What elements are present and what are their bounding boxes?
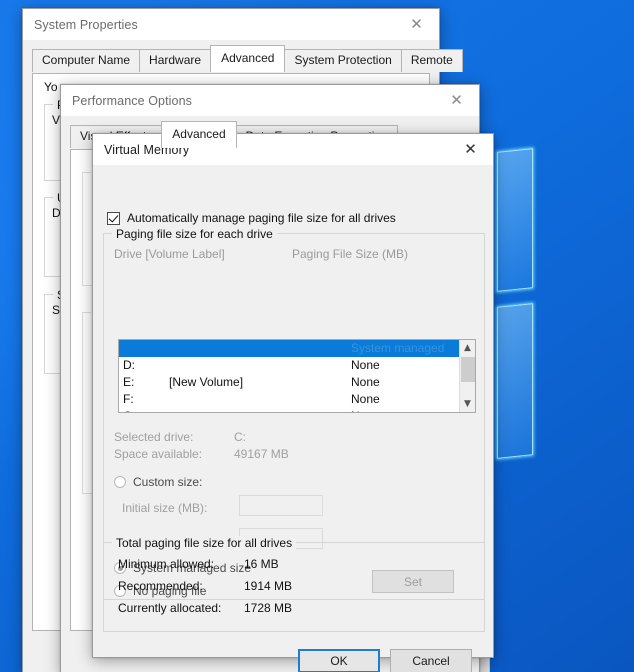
row-volume-label — [169, 357, 351, 374]
performance-options-title: Performance Options — [72, 93, 193, 108]
row-volume-label — [169, 391, 351, 408]
row-drive — [123, 340, 169, 357]
row-volume-label: [New Volume] — [169, 375, 244, 389]
virtual-memory-cancel-button[interactable]: Cancel — [390, 649, 472, 672]
tab-advanced[interactable]: Advanced — [161, 121, 237, 148]
chevron-up-icon[interactable]: ▲ — [460, 340, 475, 356]
currently-allocated-label: Currently allocated: — [118, 601, 222, 615]
drive-listbox[interactable]: System managed D: None E: [New Volume] N… — [118, 339, 476, 413]
tab-system-protection[interactable]: System Protection — [284, 49, 402, 72]
tab-remote[interactable]: Remote — [400, 49, 463, 72]
paging-file-group-title: Paging file size for each drive — [112, 227, 277, 241]
auto-manage-label: Automatically manage paging file size fo… — [127, 211, 396, 225]
virtual-memory-body: Automatically manage paging file size fo… — [93, 165, 493, 672]
column-header-paging-size: Paging File Size (MB) — [292, 247, 409, 261]
row-drive: E: — [123, 375, 135, 389]
tab-advanced[interactable]: Advanced — [210, 45, 286, 72]
initial-size-label: Initial size (MB): — [122, 501, 208, 515]
row-paging-size: System managed — [351, 341, 445, 355]
custom-size-radio-row[interactable]: Custom size: — [114, 475, 202, 489]
table-row[interactable]: D: None — [119, 357, 475, 374]
advanced-intro-text: Yo — [44, 80, 58, 94]
auto-manage-row[interactable]: Automatically manage paging file size fo… — [107, 211, 396, 225]
row-paging-size: None — [351, 408, 475, 412]
row-paging-size: None — [351, 358, 380, 372]
drive-list-scrollbar[interactable]: ▲ ▼ — [459, 340, 475, 412]
row-paging-size: None — [351, 392, 380, 406]
row-drive: F: — [123, 392, 134, 406]
row-paging-size: None — [351, 375, 380, 389]
initial-size-input[interactable] — [239, 495, 323, 516]
currently-allocated-value: 1728 MB — [244, 601, 293, 615]
row-drive: G: — [123, 408, 169, 412]
column-header-drive: Drive [Volume Label] — [114, 247, 225, 261]
minimum-allowed-label: Minimum allowed: — [118, 557, 215, 571]
tab-hardware[interactable]: Hardware — [139, 49, 212, 72]
performance-options-titlebar: Performance Options ✕ — [61, 85, 479, 116]
close-icon[interactable]: ✕ — [434, 85, 479, 115]
space-available-label: Space available: — [114, 447, 203, 461]
selected-drive-label: Selected drive: — [114, 430, 194, 444]
close-icon[interactable]: ✕ — [448, 134, 493, 164]
table-row[interactable]: G: None — [119, 408, 475, 412]
virtual-memory-titlebar: Virtual Memory ✕ — [93, 134, 493, 165]
custom-size-label: Custom size: — [133, 475, 203, 489]
scrollbar-thumb[interactable] — [461, 357, 475, 382]
space-available-value: 49167 MB — [234, 447, 289, 461]
row-volume-label — [169, 408, 351, 412]
virtual-memory-dialog: Virtual Memory ✕ Automatically manage pa… — [92, 133, 494, 672]
custom-size-radio[interactable] — [114, 476, 126, 488]
system-properties-tabstrip: Computer Name Hardware Advanced System P… — [23, 45, 463, 72]
minimum-allowed-value: 16 MB — [244, 557, 279, 571]
table-row[interactable]: E: [New Volume] None — [119, 374, 475, 391]
startup-recovery-group-text: S — [52, 303, 61, 317]
selected-drive-value: C: — [234, 430, 246, 444]
chevron-down-icon[interactable]: ▼ — [460, 396, 475, 412]
recommended-value: 1914 MB — [244, 579, 293, 593]
system-properties-titlebar: System Properties ✕ — [23, 9, 439, 40]
row-drive: D: — [123, 358, 135, 372]
windows-logo-pane-bottom-right — [497, 303, 533, 459]
row-volume-label — [169, 340, 351, 357]
tab-computer-name[interactable]: Computer Name — [32, 49, 141, 72]
table-row[interactable]: System managed — [119, 340, 475, 357]
system-properties-title: System Properties — [34, 17, 138, 32]
close-icon[interactable]: ✕ — [394, 9, 439, 39]
table-row[interactable]: F: None — [119, 391, 475, 408]
total-paging-group-title: Total paging file size for all drives — [112, 536, 297, 550]
performance-group-text: V — [52, 113, 61, 127]
recommended-label: Recommended: — [118, 579, 203, 593]
total-paging-groupbox: Total paging file size for all drives Mi… — [103, 536, 485, 632]
auto-manage-checkbox[interactable] — [107, 211, 120, 225]
windows-logo-pane-top-right — [497, 148, 533, 292]
virtual-memory-ok-button[interactable]: OK — [298, 649, 380, 672]
